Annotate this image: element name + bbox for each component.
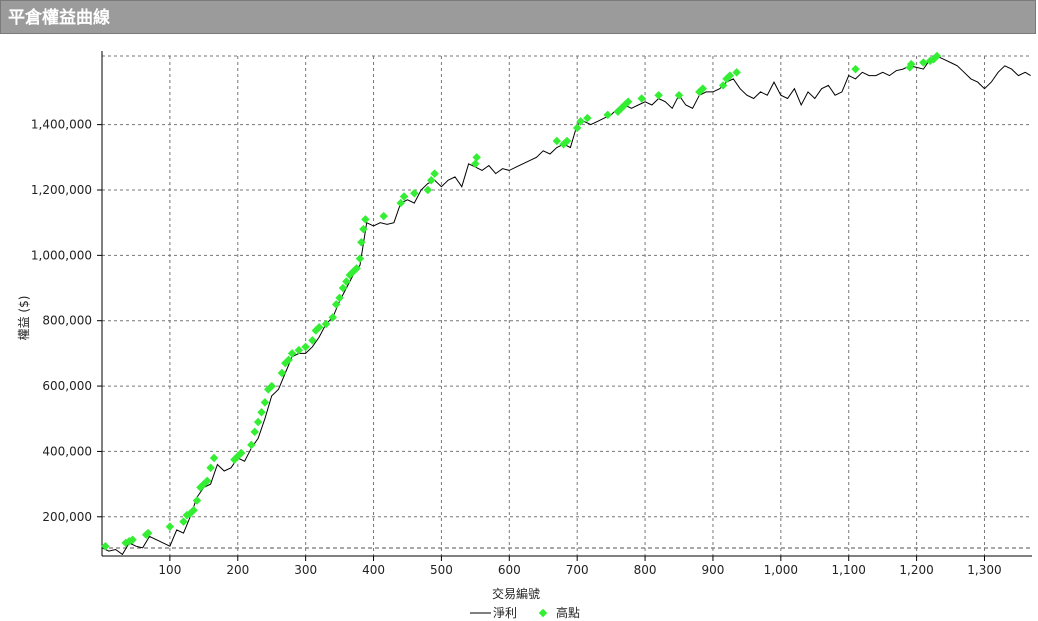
equity-curve-chart: 100 200 300 400 500 600 700 800 900 1,000 1,100 1,2…	[17, 51, 1032, 620]
high-point-marker	[206, 463, 215, 473]
high-point-marker	[674, 90, 684, 100]
x-tick-label: 300	[294, 563, 317, 577]
x-tick-label: 900	[701, 563, 724, 577]
high-point-marker	[423, 185, 433, 195]
series-layer	[101, 51, 1031, 556]
y-tick-label: 200,000	[42, 510, 92, 524]
x-tick-label: 1,300	[967, 563, 1001, 577]
x-tick-label: 700	[566, 563, 589, 577]
x-tick-label: 400	[362, 563, 385, 577]
grid-layer	[102, 55, 1032, 556]
high-point-marker	[192, 496, 202, 505]
y-tick-label: 600,000	[42, 379, 92, 393]
x-tick-label: 1,100	[832, 563, 866, 577]
high-point-marker	[410, 188, 419, 198]
x-tick-label: 800	[634, 563, 657, 577]
net-profit-line	[101, 55, 1031, 556]
high-point-marker	[361, 215, 370, 224]
high-point-marker	[209, 453, 219, 463]
high-point-marker	[851, 64, 860, 74]
x-tick-label: 200	[226, 563, 249, 577]
panel-title-bar: 平倉權益曲線	[0, 0, 1036, 34]
high-point-marker	[257, 407, 266, 417]
high-point-marker	[247, 440, 256, 450]
high-point-marker	[250, 427, 259, 437]
high-point-marker	[654, 90, 663, 100]
y-tick-label: 1,200,000	[31, 183, 92, 197]
high-point-marker	[379, 211, 388, 221]
y-tick-label: 400,000	[42, 444, 92, 458]
y-tick-label: 800,000	[42, 314, 92, 328]
high-point-marker	[277, 368, 287, 378]
axis-layer: 100 200 300 400 500 600 700 800 900 1,000 1,100 1,2…	[31, 51, 1032, 577]
x-tick-label: 1,200	[899, 563, 933, 577]
legend: 淨利 高點	[470, 605, 580, 620]
y-tick-label: 1,400,000	[31, 118, 92, 132]
high-point-marker	[471, 159, 480, 169]
legend-label-net-profit: 淨利	[493, 606, 517, 620]
high-point-marker	[472, 153, 481, 162]
panel-title: 平倉權益曲線	[8, 8, 110, 28]
x-axis-title: 交易編號	[492, 586, 540, 601]
x-tick-label: 1,000	[764, 563, 798, 577]
y-tick-label: 1,000,000	[31, 248, 92, 262]
x-tick-label: 600	[498, 563, 521, 577]
high-point-marker	[637, 94, 646, 103]
y-axis-title: 權益 ($)	[17, 296, 31, 341]
legend-label-highs: 高點	[556, 605, 580, 620]
high-point-marker	[253, 417, 263, 427]
legend-marker-swatch	[538, 608, 548, 618]
high-point-marker	[260, 398, 270, 407]
x-tick-label: 100	[158, 563, 181, 577]
high-point-marker	[165, 522, 175, 531]
x-tick-label: 500	[430, 563, 453, 577]
